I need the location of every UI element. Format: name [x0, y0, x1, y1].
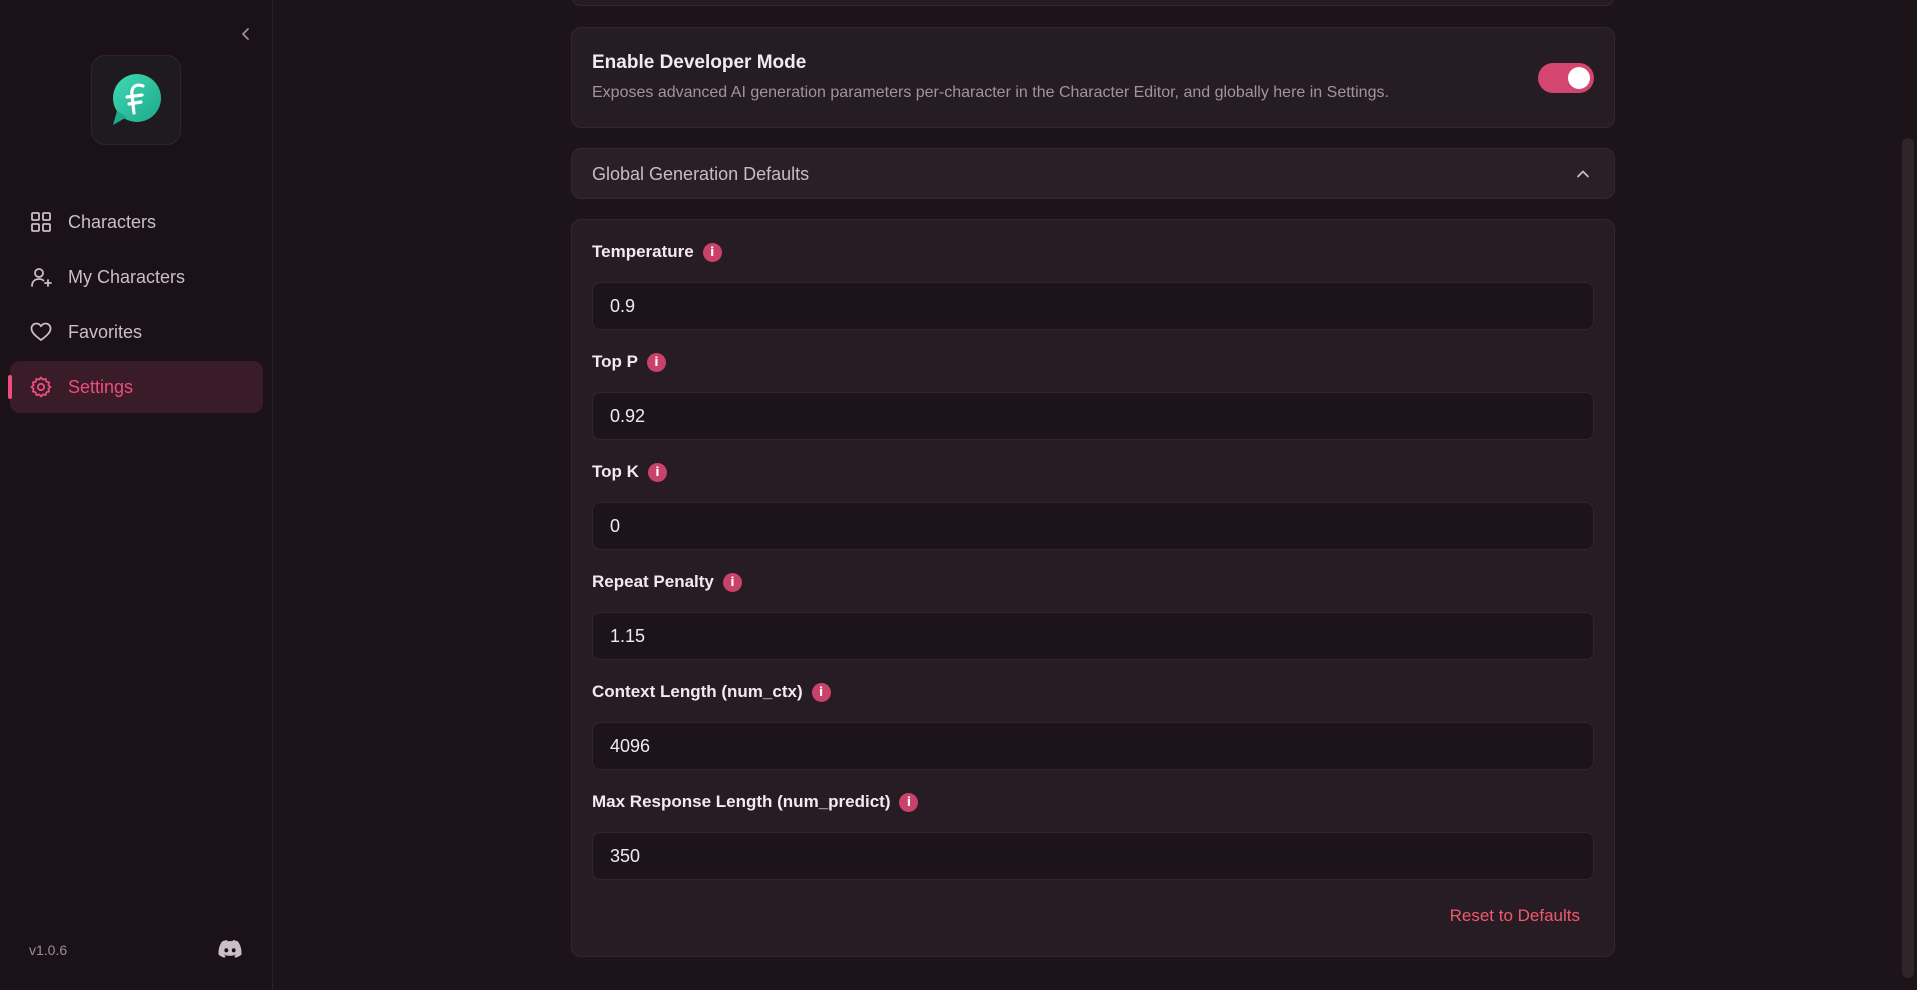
- info-icon[interactable]: i: [647, 462, 667, 482]
- context-length-input[interactable]: [592, 722, 1594, 770]
- sidebar-item-label: Characters: [68, 211, 157, 232]
- sidebar-item-favorites[interactable]: Favorites: [10, 306, 263, 358]
- scrollbar[interactable]: [1897, 0, 1917, 990]
- max-response-length-label: Max Response Length (num_predict) i: [592, 792, 919, 812]
- sidebar-item-settings[interactable]: Settings: [8, 361, 263, 413]
- global-defaults-title: Global Generation Defaults: [592, 164, 810, 184]
- heart-icon: [28, 319, 54, 345]
- chat-logo-icon: [113, 74, 161, 125]
- chevron-up-icon: [1577, 170, 1589, 178]
- field-label-text: Repeat Penalty: [592, 572, 714, 591]
- sidebar-nav: Characters My Characters Favorites Setti…: [8, 196, 263, 416]
- sidebar-item-characters[interactable]: Characters: [10, 196, 263, 248]
- info-icon[interactable]: i: [722, 572, 742, 592]
- discord-icon: [218, 940, 242, 958]
- max-response-length-input[interactable]: [592, 832, 1594, 880]
- developer-mode-toggle[interactable]: [1538, 63, 1594, 93]
- context-length-label: Context Length (num_ctx) i: [592, 682, 831, 702]
- temperature-input[interactable]: [592, 282, 1594, 330]
- info-icon[interactable]: i: [646, 352, 666, 372]
- top-k-input[interactable]: [592, 502, 1594, 550]
- sidebar-item-my-characters[interactable]: My Characters: [10, 251, 263, 303]
- repeat-penalty-input[interactable]: [592, 612, 1594, 660]
- field-label-text: Context Length (num_ctx): [592, 682, 803, 701]
- developer-mode-description: Exposes advanced AI generation parameter…: [592, 84, 1389, 101]
- top-k-label: Top K i: [592, 462, 667, 482]
- chevron-left-icon: [242, 28, 249, 40]
- field-label-text: Max Response Length (num_predict): [592, 792, 891, 811]
- top-p-input[interactable]: [592, 392, 1594, 440]
- sidebar-item-label: Settings: [68, 376, 134, 397]
- info-icon[interactable]: i: [702, 242, 722, 262]
- info-icon[interactable]: i: [899, 792, 919, 812]
- top-p-label: Top P i: [592, 352, 666, 372]
- field-label-text: Temperature: [592, 242, 694, 261]
- scrollbar-thumb[interactable]: [1902, 138, 1914, 978]
- global-defaults-panel: Temperature i Top P i Top K i Repeat Pen…: [571, 219, 1615, 957]
- app-version: v1.0.6: [29, 942, 68, 958]
- user-plus-icon: [28, 264, 54, 290]
- app-logo: [91, 55, 181, 145]
- global-defaults-header[interactable]: Global Generation Defaults: [571, 148, 1615, 199]
- toggle-knob: [1568, 67, 1590, 89]
- developer-mode-card: Enable Developer Mode Exposes advanced A…: [571, 27, 1615, 128]
- discord-button[interactable]: [218, 939, 244, 963]
- gear-icon: [28, 374, 54, 400]
- sidebar: Characters My Characters Favorites Setti…: [0, 0, 273, 990]
- sidebar-item-label: Favorites: [68, 321, 143, 342]
- field-label-text: Top K: [592, 462, 639, 481]
- collapse-sidebar-button[interactable]: [236, 24, 256, 44]
- developer-mode-title: Enable Developer Mode: [592, 52, 807, 73]
- field-label-text: Top P: [592, 352, 638, 371]
- reset-to-defaults-button[interactable]: Reset to Defaults: [1450, 906, 1580, 926]
- grid-icon: [28, 209, 54, 235]
- info-icon[interactable]: i: [811, 682, 831, 702]
- settings-main: Enable Developer Mode Exposes advanced A…: [273, 0, 1917, 990]
- sidebar-item-label: My Characters: [68, 266, 186, 287]
- temperature-label: Temperature i: [592, 242, 722, 262]
- repeat-penalty-label: Repeat Penalty i: [592, 572, 742, 592]
- previous-card-edge: [571, 0, 1615, 6]
